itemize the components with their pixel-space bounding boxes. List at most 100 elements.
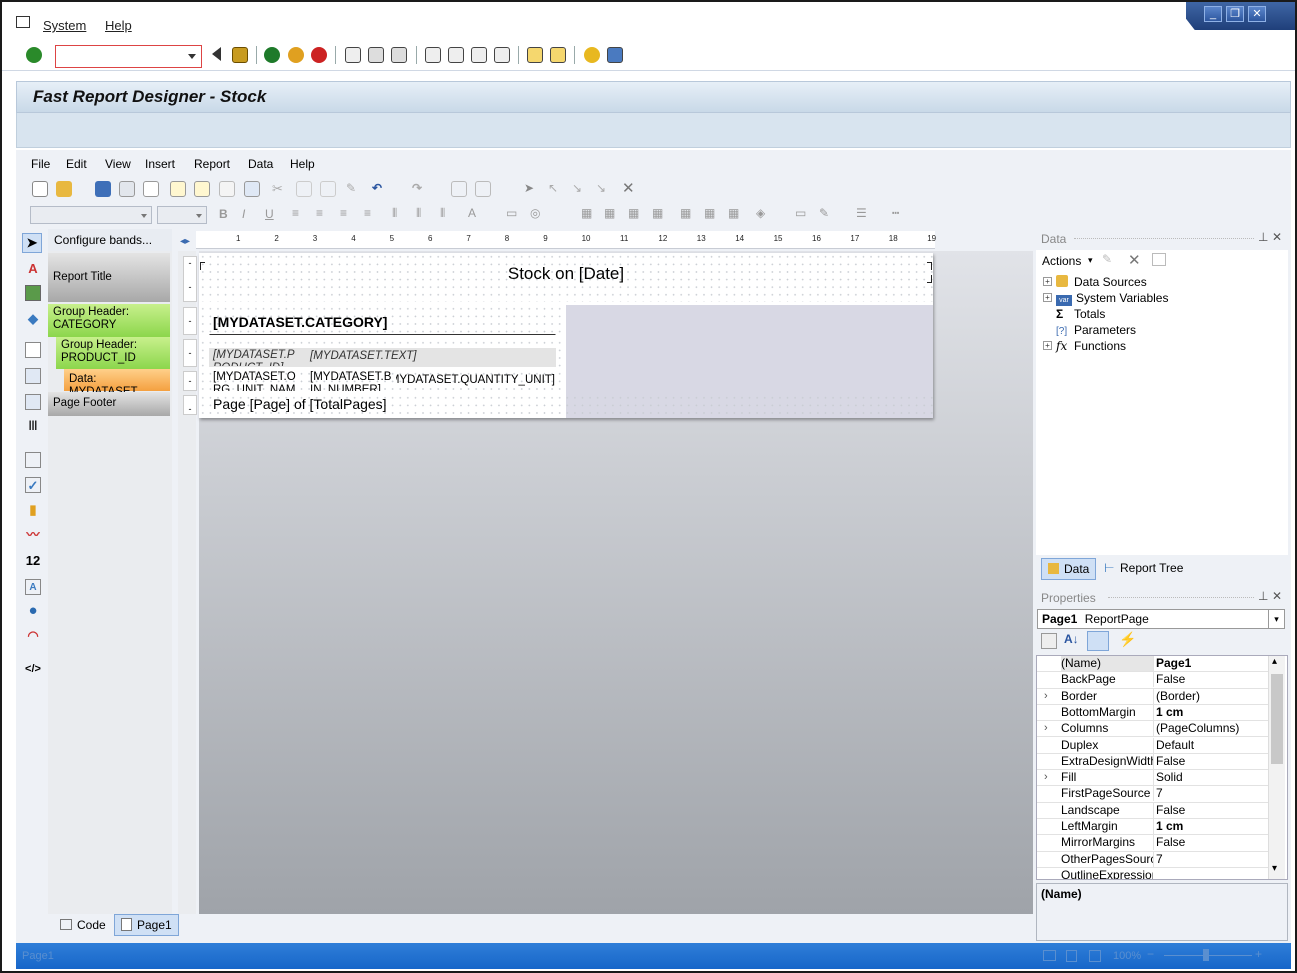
category-band-area[interactable]: [MYDATASET.CATEGORY] [199,305,566,337]
help-icon[interactable] [584,47,600,63]
underline-icon[interactable]: U [265,207,274,221]
table-icon[interactable] [25,368,41,384]
sort-alpha-icon[interactable]: A↓ [1064,632,1079,646]
property-value[interactable]: 7 [1153,786,1269,802]
ungroup-icon[interactable] [475,181,491,197]
page-view-icon[interactable] [1066,950,1077,962]
scroll-up-icon[interactable]: ▴ [1272,656,1277,667]
zoom-slider-thumb[interactable] [1203,949,1209,961]
barcode-icon[interactable]: ||| [25,418,41,434]
property-value[interactable]: False [1153,802,1269,818]
property-value[interactable]: False [1153,672,1269,688]
menu-data[interactable]: Data [248,157,273,171]
delete-page-icon[interactable] [219,181,235,197]
map-icon[interactable]: ● [25,603,41,619]
close-panel-icon[interactable]: ✕ [1272,230,1282,244]
last-page-icon[interactable] [494,47,510,63]
property-row[interactable]: › Fill Solid [1037,770,1269,787]
print-icon[interactable] [345,47,361,63]
property-value[interactable]: 1 cm [1153,819,1269,834]
quantity-unit-textbox[interactable]: [MYDATASET.QUANTITY_UNIT] [395,370,556,392]
checkbox-icon[interactable]: ✓ [25,477,41,493]
property-value[interactable]: 7 [1153,851,1269,867]
border-left-icon[interactable]: ▦ [628,206,639,220]
expand-icon[interactable]: + [1043,341,1052,350]
property-row[interactable]: (Name) Page1 [1037,656,1269,673]
cancel-icon[interactable] [311,47,327,63]
border-right-icon[interactable]: ▦ [652,206,663,220]
fill-color-icon[interactable]: ◈ [756,206,765,220]
page-number-textbox[interactable]: Page [Page] of [TotalPages] [209,394,556,414]
zoom-out-icon[interactable]: − [1147,947,1154,961]
product-band-area[interactable]: [MYDATASET.PRODUCT_ID] [MYDATASET.TEXT] [199,339,566,369]
save-all-icon[interactable] [119,181,135,197]
highlight-icon[interactable]: ▭ [506,206,517,220]
pointer-icon[interactable]: ➤ [524,181,540,197]
close-window-icon[interactable]: ✕ [1248,6,1266,22]
new-report-icon[interactable] [32,181,48,197]
property-value[interactable]: False [1153,835,1269,851]
delete-icon[interactable]: ✕ [1128,251,1141,269]
menu-view[interactable]: View [105,157,131,171]
shortcut-icon[interactable] [550,47,566,63]
line-style-icon[interactable]: ┅ [892,206,899,220]
page-footer-band-area[interactable]: Page [Page] of [TotalPages] [199,394,933,418]
zoom-in-icon[interactable]: + [1255,947,1262,961]
menu-insert[interactable]: Insert [145,157,175,171]
pin-icon[interactable]: ⊥ [1258,230,1268,244]
product-text-textbox[interactable]: [MYDATASET.TEXT] [305,348,555,367]
page-setup-icon[interactable] [244,181,260,197]
bold-icon[interactable]: B [219,207,228,221]
align-center-icon[interactable]: ≡ [316,206,323,220]
text-object-icon[interactable]: A [25,261,41,277]
property-row[interactable]: Duplex Default [1037,737,1269,754]
previous-page-icon[interactable] [448,47,464,63]
picture-object-icon[interactable] [25,285,41,301]
chevron-down-icon[interactable]: ▾ [1088,255,1093,266]
tab-report-tree[interactable]: ⊢ Report Tree [1098,558,1189,580]
property-row[interactable]: LeftMargin 1 cm [1037,819,1269,836]
undo-icon[interactable]: ↶ [372,181,388,197]
enter-icon[interactable] [26,47,42,63]
arrow-down-right-icon[interactable]: ↘ [572,181,588,197]
events-icon[interactable]: ⚡ [1119,631,1136,648]
save-icon[interactable] [232,47,248,63]
expand-icon[interactable]: › [1044,721,1048,736]
product-id-textbox[interactable]: [MYDATASET.PRODUCT_ID] [209,348,301,367]
title-textbox[interactable]: Stock on [Date] [199,261,933,287]
format-painter-icon[interactable]: ✎ [346,181,362,197]
categorized-icon[interactable] [1041,633,1057,649]
expand-icon[interactable]: › [1044,770,1048,785]
border-style-icon[interactable]: ▦ [728,206,739,220]
property-value[interactable]: 1 cm [1153,704,1269,720]
arrow-resize-icon[interactable]: ↘ [596,181,612,197]
expand-icon[interactable]: + [1043,277,1052,286]
create-session-icon[interactable] [527,47,543,63]
scroll-down-icon[interactable]: ▾ [1272,863,1277,874]
back-arrow-icon[interactable] [212,47,221,61]
find-icon[interactable] [368,47,384,63]
properties-view-icon[interactable] [1087,631,1109,651]
justify-icon[interactable]: ≡ [364,206,371,220]
text-color-icon[interactable]: A [468,206,476,220]
collapse-bands-icon[interactable]: ◂▸ [180,236,190,247]
property-row[interactable]: BackPage False [1037,672,1269,689]
menu-edit[interactable]: Edit [66,157,87,171]
gauge-icon[interactable]: ◠ [25,628,41,644]
sparkline-icon[interactable]: 〰 [25,527,41,543]
data-band-area[interactable]: [MYDATASET.ORG_UNIT_NAME] [MYDATASET.BIN… [199,370,566,392]
valign-bottom-icon[interactable]: ⦀ [440,206,445,221]
menu-system[interactable]: System [43,18,86,33]
menu-file[interactable]: File [31,157,50,171]
menu-help[interactable]: Help [105,18,132,33]
close-x-icon[interactable]: ✕ [622,179,638,197]
exit-icon[interactable] [288,47,304,63]
matrix-icon[interactable] [25,394,41,410]
configure-bands-link[interactable]: Configure bands... [54,233,152,247]
layout-menu-icon[interactable] [607,47,623,63]
tree-item-parameters[interactable]: [?] Parameters [1056,323,1136,337]
view-mode-icon[interactable] [1043,950,1056,961]
restore-icon[interactable]: ❐ [1226,6,1244,22]
font-size-select[interactable] [157,206,207,224]
preview-icon[interactable] [143,181,159,197]
